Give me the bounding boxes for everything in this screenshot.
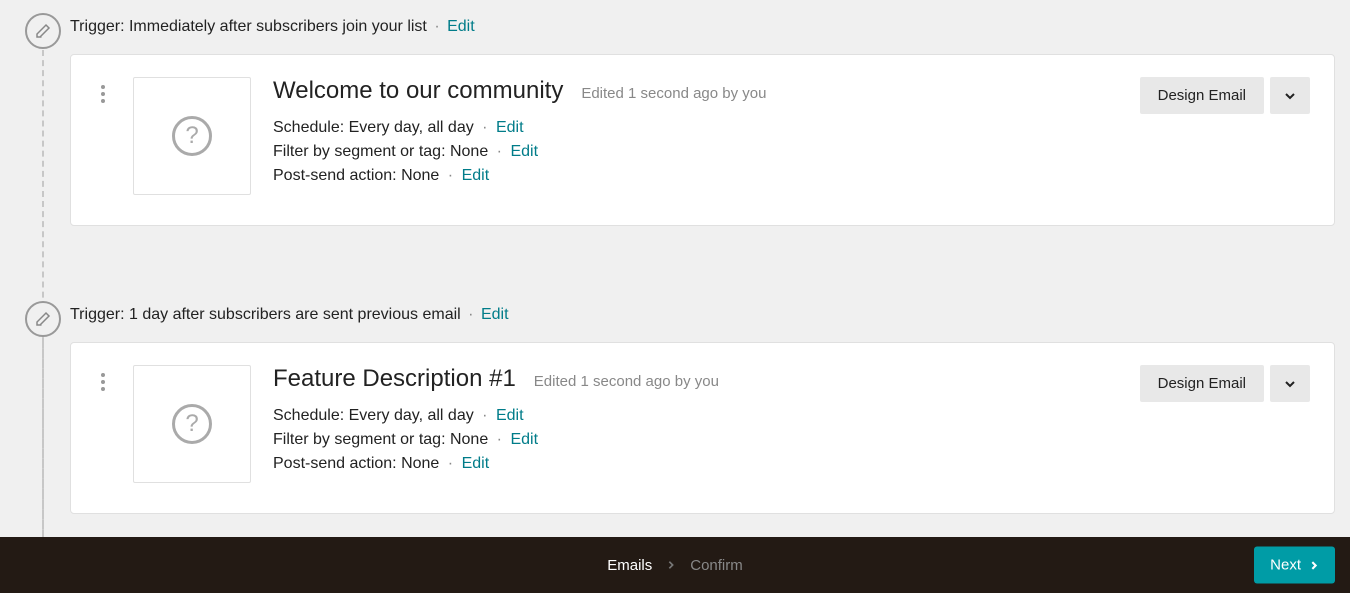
trigger-value: Immediately after subscribers join your … bbox=[129, 18, 427, 35]
card-menu-icon[interactable] bbox=[95, 77, 111, 103]
breadcrumb: Emails Confirm bbox=[607, 557, 743, 574]
email-title: Feature Description #1 bbox=[273, 365, 516, 393]
postsend-label: Post-send action: bbox=[273, 455, 397, 472]
filter-line: Filter by segment or tag: None · Edit bbox=[273, 431, 1118, 449]
question-icon: ? bbox=[172, 116, 212, 156]
design-dropdown-button[interactable] bbox=[1270, 365, 1310, 402]
timeline-item-1: Trigger: Immediately after subscribers j… bbox=[15, 0, 1335, 226]
schedule-line: Schedule: Every day, all day · Edit bbox=[273, 119, 1118, 137]
chevron-down-icon bbox=[1284, 378, 1296, 390]
breadcrumb-emails[interactable]: Emails bbox=[607, 557, 652, 574]
postsend-line: Post-send action: None · Edit bbox=[273, 455, 1118, 473]
design-dropdown-button[interactable] bbox=[1270, 77, 1310, 114]
separator: · bbox=[497, 431, 502, 448]
spacer bbox=[15, 226, 1335, 288]
card-title-row: Welcome to our community Edited 1 second… bbox=[273, 77, 1118, 105]
edit-trigger-icon[interactable] bbox=[25, 13, 61, 49]
filter-label: Filter by segment or tag: bbox=[273, 143, 446, 160]
next-button[interactable]: Next bbox=[1254, 547, 1335, 584]
edit-trigger-icon[interactable] bbox=[25, 301, 61, 337]
separator: · bbox=[482, 119, 487, 136]
separator: · bbox=[448, 167, 453, 184]
main-content: Trigger: Immediately after subscribers j… bbox=[0, 0, 1350, 537]
schedule-value: Every day, all day bbox=[349, 407, 474, 424]
postsend-line: Post-send action: None · Edit bbox=[273, 167, 1118, 185]
edit-trigger-link[interactable]: Edit bbox=[447, 18, 475, 35]
email-card: ? Feature Description #1 Edited 1 second… bbox=[70, 342, 1335, 514]
schedule-value: Every day, all day bbox=[349, 119, 474, 136]
separator: · bbox=[434, 18, 439, 35]
card-body: Welcome to our community Edited 1 second… bbox=[273, 77, 1118, 191]
edit-postsend-link[interactable]: Edit bbox=[462, 167, 490, 184]
bottom-bar: Emails Confirm Next bbox=[0, 537, 1350, 593]
separator: · bbox=[482, 407, 487, 424]
edit-schedule-link[interactable]: Edit bbox=[496, 407, 524, 424]
edit-filter-link[interactable]: Edit bbox=[510, 143, 538, 160]
email-thumbnail[interactable]: ? bbox=[133, 77, 251, 195]
question-icon: ? bbox=[172, 404, 212, 444]
card-body: Feature Description #1 Edited 1 second a… bbox=[273, 365, 1118, 479]
edit-postsend-link[interactable]: Edit bbox=[462, 455, 490, 472]
postsend-value: None bbox=[401, 167, 439, 184]
filter-line: Filter by segment or tag: None · Edit bbox=[273, 143, 1118, 161]
edited-timestamp: Edited 1 second ago by you bbox=[581, 85, 766, 102]
edit-trigger-link[interactable]: Edit bbox=[481, 306, 509, 323]
edited-timestamp: Edited 1 second ago by you bbox=[534, 373, 719, 390]
edit-filter-link[interactable]: Edit bbox=[510, 431, 538, 448]
card-actions: Design Email bbox=[1140, 77, 1310, 114]
filter-value: None bbox=[450, 143, 488, 160]
timeline-item-2: Trigger: 1 day after subscribers are sen… bbox=[15, 288, 1335, 514]
chevron-right-icon bbox=[1309, 560, 1319, 570]
schedule-label: Schedule: bbox=[273, 407, 344, 424]
trigger-text: Trigger: Immediately after subscribers j… bbox=[70, 18, 1335, 36]
card-actions: Design Email bbox=[1140, 365, 1310, 402]
design-email-button[interactable]: Design Email bbox=[1140, 365, 1264, 402]
email-thumbnail[interactable]: ? bbox=[133, 365, 251, 483]
trigger-value: 1 day after subscribers are sent previou… bbox=[129, 306, 461, 323]
timeline-icon-column bbox=[15, 0, 70, 49]
chevron-down-icon bbox=[1284, 90, 1296, 102]
breadcrumb-confirm[interactable]: Confirm bbox=[690, 557, 743, 574]
trigger-label: Trigger: bbox=[70, 306, 125, 323]
schedule-label: Schedule: bbox=[273, 119, 344, 136]
filter-value: None bbox=[450, 431, 488, 448]
separator: · bbox=[468, 306, 473, 323]
postsend-value: None bbox=[401, 455, 439, 472]
trigger-content: Trigger: 1 day after subscribers are sen… bbox=[70, 288, 1335, 514]
trigger-text: Trigger: 1 day after subscribers are sen… bbox=[70, 306, 1335, 324]
email-card: ? Welcome to our community Edited 1 seco… bbox=[70, 54, 1335, 226]
separator: · bbox=[497, 143, 502, 160]
trigger-label: Trigger: bbox=[70, 18, 125, 35]
design-email-button[interactable]: Design Email bbox=[1140, 77, 1264, 114]
card-title-row: Feature Description #1 Edited 1 second a… bbox=[273, 365, 1118, 393]
filter-label: Filter by segment or tag: bbox=[273, 431, 446, 448]
next-button-label: Next bbox=[1270, 557, 1301, 574]
chevron-right-icon bbox=[666, 557, 676, 574]
trigger-content: Trigger: Immediately after subscribers j… bbox=[70, 0, 1335, 226]
timeline-connector bbox=[42, 338, 44, 537]
postsend-label: Post-send action: bbox=[273, 167, 397, 184]
edit-schedule-link[interactable]: Edit bbox=[496, 119, 524, 136]
separator: · bbox=[448, 455, 453, 472]
email-title: Welcome to our community bbox=[273, 77, 563, 105]
card-menu-icon[interactable] bbox=[95, 365, 111, 391]
schedule-line: Schedule: Every day, all day · Edit bbox=[273, 407, 1118, 425]
